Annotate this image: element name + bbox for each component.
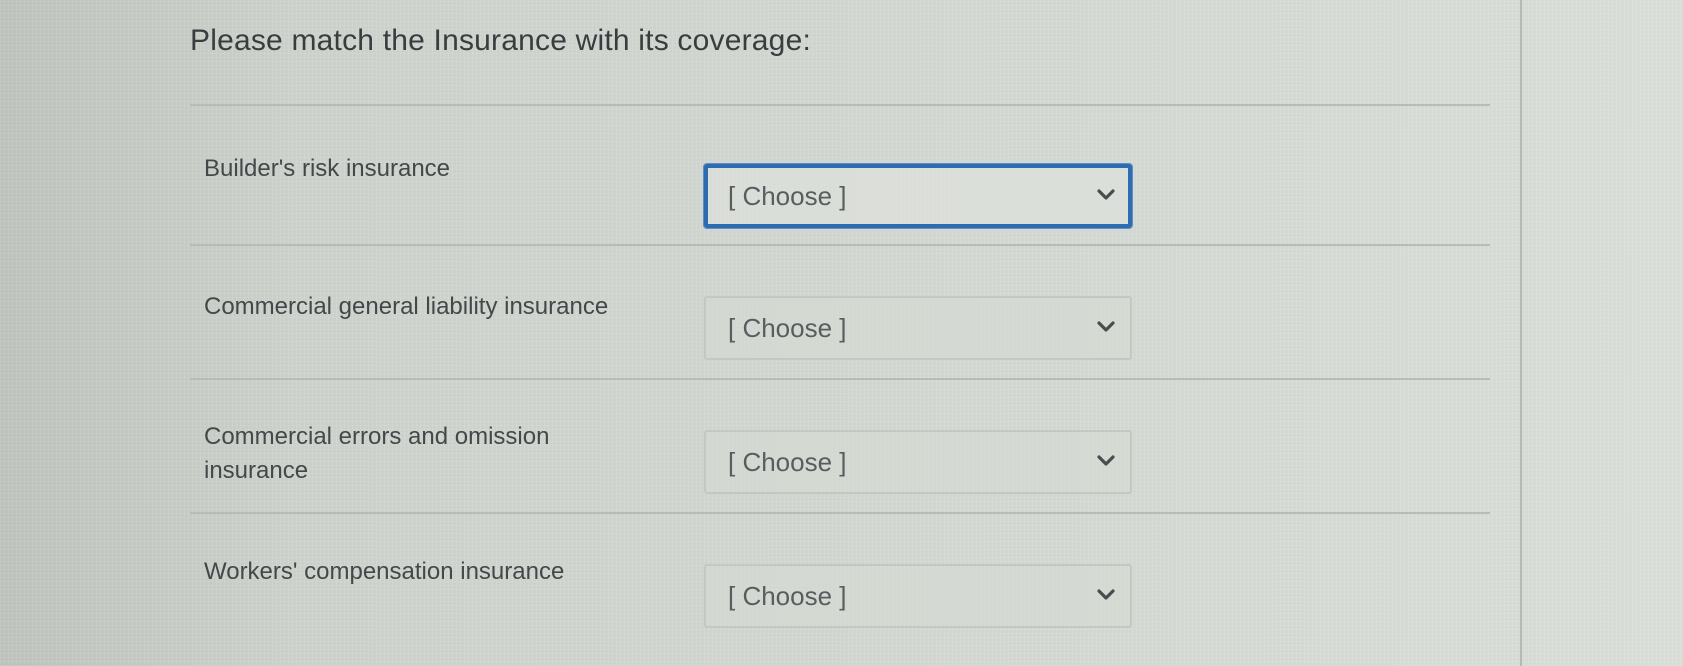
select-errors-omission[interactable]: [ Choose ] — [704, 430, 1132, 494]
select-value: [ Choose ] — [728, 581, 847, 611]
page-edge — [1520, 0, 1522, 666]
chevron-down-icon — [1096, 588, 1116, 602]
row-label-errors-omission: Commercial errors and omission insurance — [204, 420, 549, 488]
divider — [190, 244, 1490, 246]
screen: Please match the Insurance with its cove… — [0, 0, 1683, 666]
row-label-general-liability: Commercial general liability insurance — [204, 293, 609, 320]
select-value: [ Choose ] — [728, 313, 847, 343]
divider — [190, 104, 1490, 106]
divider — [190, 512, 1490, 514]
row-label-workers-comp: Workers' compensation insurance — [204, 558, 565, 585]
select-workers-comp[interactable]: [ Choose ] — [704, 564, 1132, 628]
chevron-down-icon — [1096, 188, 1116, 202]
divider — [190, 378, 1490, 380]
row-label-line: insurance — [204, 457, 309, 484]
select-value: [ Choose ] — [728, 447, 847, 477]
select-general-liability[interactable]: [ Choose ] — [704, 296, 1132, 360]
question-title: Please match the Insurance with its cove… — [190, 24, 811, 57]
select-builders-risk[interactable]: [ Choose ] — [704, 164, 1132, 228]
matching-question: Please match the Insurance with its cove… — [190, 0, 1490, 666]
row-label-line: Commercial errors and omission — [204, 423, 550, 450]
chevron-down-icon — [1096, 454, 1116, 468]
select-value: [ Choose ] — [728, 181, 847, 211]
row-label-builders-risk: Builder's risk insurance — [204, 155, 451, 182]
chevron-down-icon — [1096, 320, 1116, 334]
